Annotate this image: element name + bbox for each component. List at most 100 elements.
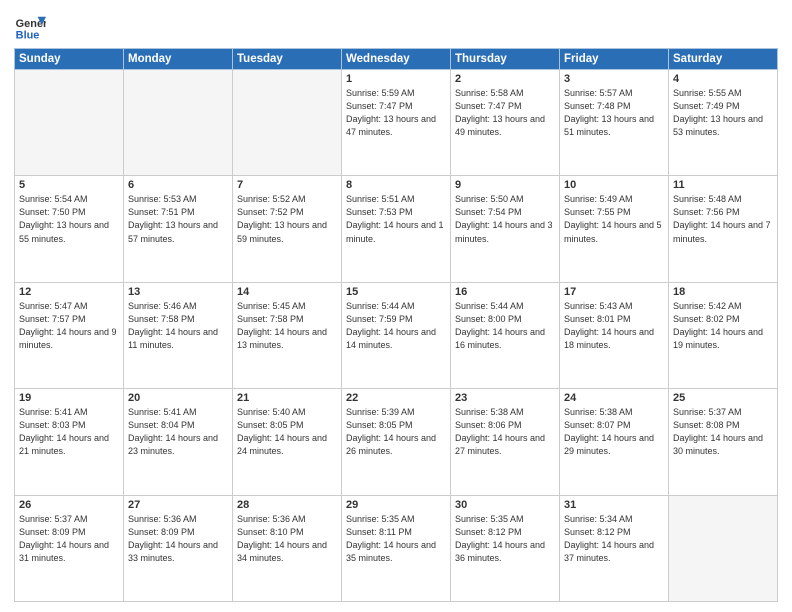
day-info: Sunrise: 5:59 AMSunset: 7:47 PMDaylight:… [346, 87, 446, 139]
day-cell: 30Sunrise: 5:35 AMSunset: 8:12 PMDayligh… [451, 495, 560, 601]
day-cell [233, 70, 342, 176]
day-number: 13 [128, 286, 228, 298]
day-number: 2 [455, 73, 555, 85]
day-cell: 5 Sunrise: 5:54 AMSunset: 7:50 PMDaylight… [15, 176, 124, 282]
logo: General Blue [14, 10, 52, 42]
day-info: Sunrise: 5:41 AMSunset: 8:04 PMDaylight:… [128, 406, 228, 458]
day-number: 22 [346, 392, 446, 404]
day-cell: 22 Sunrise: 5:39 AMSunset: 8:05 PMDayligh… [342, 389, 451, 495]
day-info: Sunrise: 5:43 AMSunset: 8:01 PMDaylight:… [564, 300, 664, 352]
header-cell-monday: Monday [124, 49, 233, 70]
day-cell: 2Sunrise: 5:58 AMSunset: 7:47 PMDaylight… [451, 70, 560, 176]
day-number: 11 [673, 179, 773, 191]
day-cell: 3Sunrise: 5:57 AMSunset: 7:48 PMDaylight… [560, 70, 669, 176]
day-cell: 16 Sunrise: 5:44 AMSunset: 8:00 PMDayligh… [451, 282, 560, 388]
day-number: 26 [19, 499, 119, 511]
day-info: Sunrise: 5:34 AMSunset: 8:12 PMDaylight:… [564, 513, 664, 565]
day-number: 15 [346, 286, 446, 298]
day-number: 19 [19, 392, 119, 404]
week-row-4: 26 Sunrise: 5:37 AMSunset: 8:09 PMDayligh… [15, 495, 778, 601]
svg-text:Blue: Blue [16, 30, 40, 42]
day-info: Sunrise: 5:39 AMSunset: 8:05 PMDaylight:… [346, 406, 446, 458]
day-cell: 8 Sunrise: 5:51 AMSunset: 7:53 PMDaylight… [342, 176, 451, 282]
header-cell-saturday: Saturday [669, 49, 778, 70]
day-cell: 15 Sunrise: 5:44 AMSunset: 7:59 PMDayligh… [342, 282, 451, 388]
day-cell: 10 Sunrise: 5:49 AMSunset: 7:55 PMDayligh… [560, 176, 669, 282]
day-number: 9 [455, 179, 555, 191]
day-info: Sunrise: 5:50 AMSunset: 7:54 PMDaylight:… [455, 193, 555, 245]
day-number: 6 [128, 179, 228, 191]
day-info: Sunrise: 5:45 AMSunset: 7:58 PMDaylight:… [237, 300, 337, 352]
day-cell: 4Sunrise: 5:55 AMSunset: 7:49 PMDaylight… [669, 70, 778, 176]
day-cell: 1 Sunrise: 5:59 AMSunset: 7:47 PMDaylight… [342, 70, 451, 176]
day-info: Sunrise: 5:38 AMSunset: 8:06 PMDaylight:… [455, 406, 555, 458]
day-info: Sunrise: 5:42 AMSunset: 8:02 PMDaylight:… [673, 300, 773, 352]
day-info: Sunrise: 5:40 AMSunset: 8:05 PMDaylight:… [237, 406, 337, 458]
day-cell: 27 Sunrise: 5:36 AMSunset: 8:09 PMDayligh… [124, 495, 233, 601]
day-number: 8 [346, 179, 446, 191]
day-info: Sunrise: 5:36 AMSunset: 8:10 PMDaylight:… [237, 513, 337, 565]
day-number: 14 [237, 286, 337, 298]
day-number: 17 [564, 286, 664, 298]
day-cell: 21 Sunrise: 5:40 AMSunset: 8:05 PMDayligh… [233, 389, 342, 495]
header-cell-tuesday: Tuesday [233, 49, 342, 70]
day-info: Sunrise: 5:37 AMSunset: 8:09 PMDaylight:… [19, 513, 119, 565]
day-info: Sunrise: 5:35 AMSunset: 8:11 PMDaylight:… [346, 513, 446, 565]
header-row: SundayMondayTuesdayWednesdayThursdayFrid… [15, 49, 778, 70]
day-number: 25 [673, 392, 773, 404]
day-cell: 7 Sunrise: 5:52 AMSunset: 7:52 PMDaylight… [233, 176, 342, 282]
day-info: Sunrise: 5:44 AMSunset: 7:59 PMDaylight:… [346, 300, 446, 352]
day-number: 12 [19, 286, 119, 298]
day-number: 24 [564, 392, 664, 404]
week-row-3: 19 Sunrise: 5:41 AMSunset: 8:03 PMDayligh… [15, 389, 778, 495]
page: General Blue SundayMondayTuesdayWednesda… [0, 0, 792, 612]
day-number: 16 [455, 286, 555, 298]
day-number: 5 [19, 179, 119, 191]
day-info: Sunrise: 5:37 AMSunset: 8:08 PMDaylight:… [673, 406, 773, 458]
day-number: 31 [564, 499, 664, 511]
day-cell: 6Sunrise: 5:53 AMSunset: 7:51 PMDaylight… [124, 176, 233, 282]
day-number: 28 [237, 499, 337, 511]
day-info: Sunrise: 5:51 AMSunset: 7:53 PMDaylight:… [346, 193, 446, 245]
day-cell: 11 Sunrise: 5:48 AMSunset: 7:56 PMDayligh… [669, 176, 778, 282]
day-number: 21 [237, 392, 337, 404]
day-number: 29 [346, 499, 446, 511]
day-info: Sunrise: 5:41 AMSunset: 8:03 PMDaylight:… [19, 406, 119, 458]
day-number: 1 [346, 73, 446, 85]
header-cell-friday: Friday [560, 49, 669, 70]
header-cell-sunday: Sunday [15, 49, 124, 70]
day-cell: 19 Sunrise: 5:41 AMSunset: 8:03 PMDayligh… [15, 389, 124, 495]
day-cell: 29 Sunrise: 5:35 AMSunset: 8:11 PMDayligh… [342, 495, 451, 601]
day-number: 4 [673, 73, 773, 85]
header: General Blue [14, 10, 778, 42]
day-cell: 18 Sunrise: 5:42 AMSunset: 8:02 PMDayligh… [669, 282, 778, 388]
day-number: 18 [673, 286, 773, 298]
day-cell: 25 Sunrise: 5:37 AMSunset: 8:08 PMDayligh… [669, 389, 778, 495]
day-info: Sunrise: 5:36 AMSunset: 8:09 PMDaylight:… [128, 513, 228, 565]
day-cell [669, 495, 778, 601]
day-number: 27 [128, 499, 228, 511]
day-info: Sunrise: 5:46 AMSunset: 7:58 PMDaylight:… [128, 300, 228, 352]
day-cell: 26 Sunrise: 5:37 AMSunset: 8:09 PMDayligh… [15, 495, 124, 601]
calendar-table: SundayMondayTuesdayWednesdayThursdayFrid… [14, 48, 778, 602]
day-cell: 13 Sunrise: 5:46 AMSunset: 7:58 PMDayligh… [124, 282, 233, 388]
day-info: Sunrise: 5:48 AMSunset: 7:56 PMDaylight:… [673, 193, 773, 245]
header-cell-wednesday: Wednesday [342, 49, 451, 70]
day-cell: 28 Sunrise: 5:36 AMSunset: 8:10 PMDayligh… [233, 495, 342, 601]
day-info: Sunrise: 5:44 AMSunset: 8:00 PMDaylight:… [455, 300, 555, 352]
day-cell: 12 Sunrise: 5:47 AMSunset: 7:57 PMDayligh… [15, 282, 124, 388]
day-info: Sunrise: 5:52 AMSunset: 7:52 PMDaylight:… [237, 193, 337, 245]
logo-icon: General Blue [14, 10, 46, 42]
day-info: Sunrise: 5:49 AMSunset: 7:55 PMDaylight:… [564, 193, 664, 245]
day-number: 20 [128, 392, 228, 404]
day-cell: 24Sunrise: 5:38 AMSunset: 8:07 PMDayligh… [560, 389, 669, 495]
day-cell [15, 70, 124, 176]
week-row-1: 5 Sunrise: 5:54 AMSunset: 7:50 PMDaylight… [15, 176, 778, 282]
day-info: Sunrise: 5:54 AMSunset: 7:50 PMDaylight:… [19, 193, 119, 245]
day-info: Sunrise: 5:47 AMSunset: 7:57 PMDaylight:… [19, 300, 119, 352]
day-number: 10 [564, 179, 664, 191]
day-info: Sunrise: 5:35 AMSunset: 8:12 PMDaylight:… [455, 513, 555, 565]
calendar-header: SundayMondayTuesdayWednesdayThursdayFrid… [15, 49, 778, 70]
day-cell [124, 70, 233, 176]
day-number: 7 [237, 179, 337, 191]
